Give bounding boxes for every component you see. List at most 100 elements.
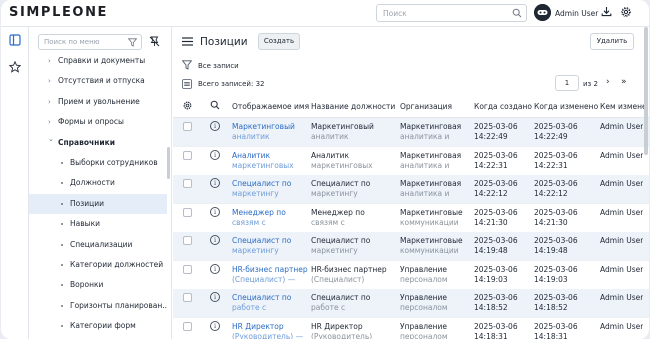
last-page-icon[interactable]: »	[621, 77, 627, 87]
info-icon[interactable]: i	[210, 235, 220, 245]
cell-line: 2025-03-06	[474, 321, 518, 331]
cell-line: Маркетинговые	[400, 207, 463, 217]
cell-name[interactable]: Аналитик маркетинговых	[232, 151, 310, 171]
page-input[interactable]: 1	[555, 75, 579, 91]
cell-updated: 2025-03-06 14:22:12	[534, 179, 592, 199]
bullet-icon	[61, 284, 63, 287]
table-row[interactable]: i Специалист по маркетингу Специалист по мар…	[173, 175, 649, 204]
list-icon	[182, 79, 192, 91]
cell-position: Специалист по работе с	[311, 293, 389, 313]
create-button[interactable]: Создать	[258, 33, 300, 50]
column-header-created[interactable]: Когда создано	[474, 102, 532, 111]
info-icon[interactable]: i	[210, 320, 220, 331]
cell-name[interactable]: Специалист по работе с	[232, 293, 310, 313]
table-row[interactable]: i HR-бизнес партнер (Специалист) — HR-бизне…	[173, 261, 649, 290]
sidebar-item[interactable]: › Справки и документы	[29, 51, 167, 71]
download-icon[interactable]	[601, 6, 612, 19]
row-checkbox[interactable]	[183, 207, 192, 217]
column-header-name[interactable]: Отображаемое имя	[232, 102, 309, 111]
sidebar-item[interactable]: Позиции	[29, 193, 167, 214]
filter-icon[interactable]	[181, 60, 193, 72]
filter-icon[interactable]	[127, 38, 138, 49]
sidebar-item[interactable]: Категории должностей	[29, 255, 167, 275]
cell-line: Маркетинговая	[400, 150, 462, 160]
sidebar-item-label: Горизонты планирован...	[70, 300, 167, 310]
delete-button[interactable]: Удалить	[590, 33, 634, 50]
chevron-right-icon[interactable]: ›	[48, 77, 51, 85]
row-checkbox[interactable]	[183, 264, 192, 274]
sidebar-item[interactable]: Воронки	[29, 275, 167, 295]
logo[interactable]: SIMPLEONE	[9, 5, 108, 20]
table-row[interactable]: i Специалист по маркетингу Специалист по мар…	[173, 232, 649, 261]
info-icon[interactable]: i	[210, 149, 220, 160]
cell-name[interactable]: Менеджер по связям с	[232, 208, 310, 228]
search-icon[interactable]	[512, 8, 522, 20]
main-scrollbar[interactable]	[644, 27, 648, 155]
info-icon[interactable]: i	[210, 178, 220, 188]
unpin-icon[interactable]	[149, 36, 160, 49]
cell-line: Маркетинговая	[400, 122, 462, 131]
column-header-updated-by[interactable]: Кем измене	[600, 102, 647, 111]
search-icon[interactable]	[210, 100, 220, 112]
cell-name[interactable]: Специалист по маркетингу	[232, 236, 310, 256]
sidebar-item[interactable]: Категории форм	[29, 316, 167, 336]
row-checkbox[interactable]	[183, 321, 192, 331]
cell-name[interactable]: HR Директор (Руководитель) —	[232, 322, 310, 339]
cell-line: (Специалист)	[311, 274, 365, 284]
menu-search[interactable]	[38, 34, 142, 50]
cell-name[interactable]: Специалист по маркетингу	[232, 179, 310, 199]
cell-line: Специалист по	[311, 236, 371, 245]
panel-icon[interactable]	[9, 34, 21, 48]
column-header-updated[interactable]: Когда изменено	[534, 102, 598, 111]
cell-line: 14:21:30	[474, 217, 508, 227]
sidebar-item[interactable]: Должности	[29, 173, 167, 193]
info-icon[interactable]: i	[210, 121, 220, 131]
table-row[interactable]: i HR Директор (Руководитель) — HR Директор(…	[173, 318, 649, 339]
cell-line: Маркетинговый	[232, 122, 295, 131]
cell-org: Маркетинговые коммуникации	[400, 236, 470, 256]
cell-line: 14:21:30	[534, 217, 568, 227]
gear-icon[interactable]	[620, 6, 632, 20]
cell-line: 14:19:03	[474, 274, 508, 284]
sidebar-item[interactable]: Выборки сотрудников	[29, 153, 167, 173]
row-checkbox[interactable]	[183, 179, 192, 188]
cell-line: 14:22:49	[474, 132, 508, 141]
info-icon[interactable]: i	[210, 263, 220, 274]
sidebar-item[interactable]: › Прием и увольнение	[29, 92, 167, 112]
table-row[interactable]: i Аналитик маркетинговых Аналитик маркетинго…	[173, 147, 649, 176]
sidebar-scrollbar[interactable]	[167, 147, 170, 179]
sidebar-item[interactable]: › Формы и опросы	[29, 112, 167, 132]
user-name[interactable]: Admin User	[555, 9, 598, 18]
column-header-organization[interactable]: Организация	[400, 102, 452, 111]
hamburger-icon[interactable]	[182, 37, 193, 48]
column-header-position[interactable]: Название должности	[311, 102, 395, 111]
row-checkbox[interactable]	[183, 293, 192, 302]
avatar[interactable]	[534, 4, 551, 21]
sidebar-item[interactable]: Горизонты планирован...	[29, 296, 167, 316]
star-icon[interactable]	[8, 60, 22, 75]
next-page-icon[interactable]: ›	[606, 77, 610, 87]
table-row[interactable]: i Маркетинговый аналитик Маркетинговый анали…	[173, 118, 649, 147]
row-checkbox[interactable]	[183, 150, 192, 160]
info-icon[interactable]: i	[210, 292, 220, 302]
chevron-right-icon[interactable]: ›	[48, 98, 51, 106]
sidebar-item[interactable]: ⌄ Справочники	[29, 133, 167, 153]
filter-label[interactable]: Все записи	[198, 62, 239, 70]
chevron-down-icon[interactable]: ⌄	[48, 135, 54, 143]
chevron-right-icon[interactable]: ›	[48, 118, 51, 126]
global-search[interactable]	[376, 4, 527, 22]
table-row[interactable]: i Менеджер по связям с Менеджер по связям сМ…	[173, 204, 649, 233]
chevron-right-icon[interactable]: ›	[48, 57, 51, 65]
row-checkbox[interactable]	[183, 122, 192, 131]
gear-icon[interactable]	[182, 100, 193, 113]
row-checkbox[interactable]	[183, 236, 192, 245]
sidebar-item[interactable]: Навыки	[29, 214, 167, 234]
sidebar-item[interactable]: Специализации	[29, 235, 167, 255]
sidebar-item[interactable]: › Отсутствия и отпуска	[29, 71, 167, 91]
cell-name[interactable]: Маркетинговый аналитик	[232, 122, 310, 142]
info-icon[interactable]: i	[210, 206, 220, 217]
cell-name[interactable]: HR-бизнес партнер (Специалист) —	[232, 265, 310, 285]
global-search-input[interactable]	[377, 5, 507, 21]
menu-search-input[interactable]	[39, 35, 125, 49]
table-row[interactable]: i Специалист по работе с Специалист по работ…	[173, 289, 649, 318]
